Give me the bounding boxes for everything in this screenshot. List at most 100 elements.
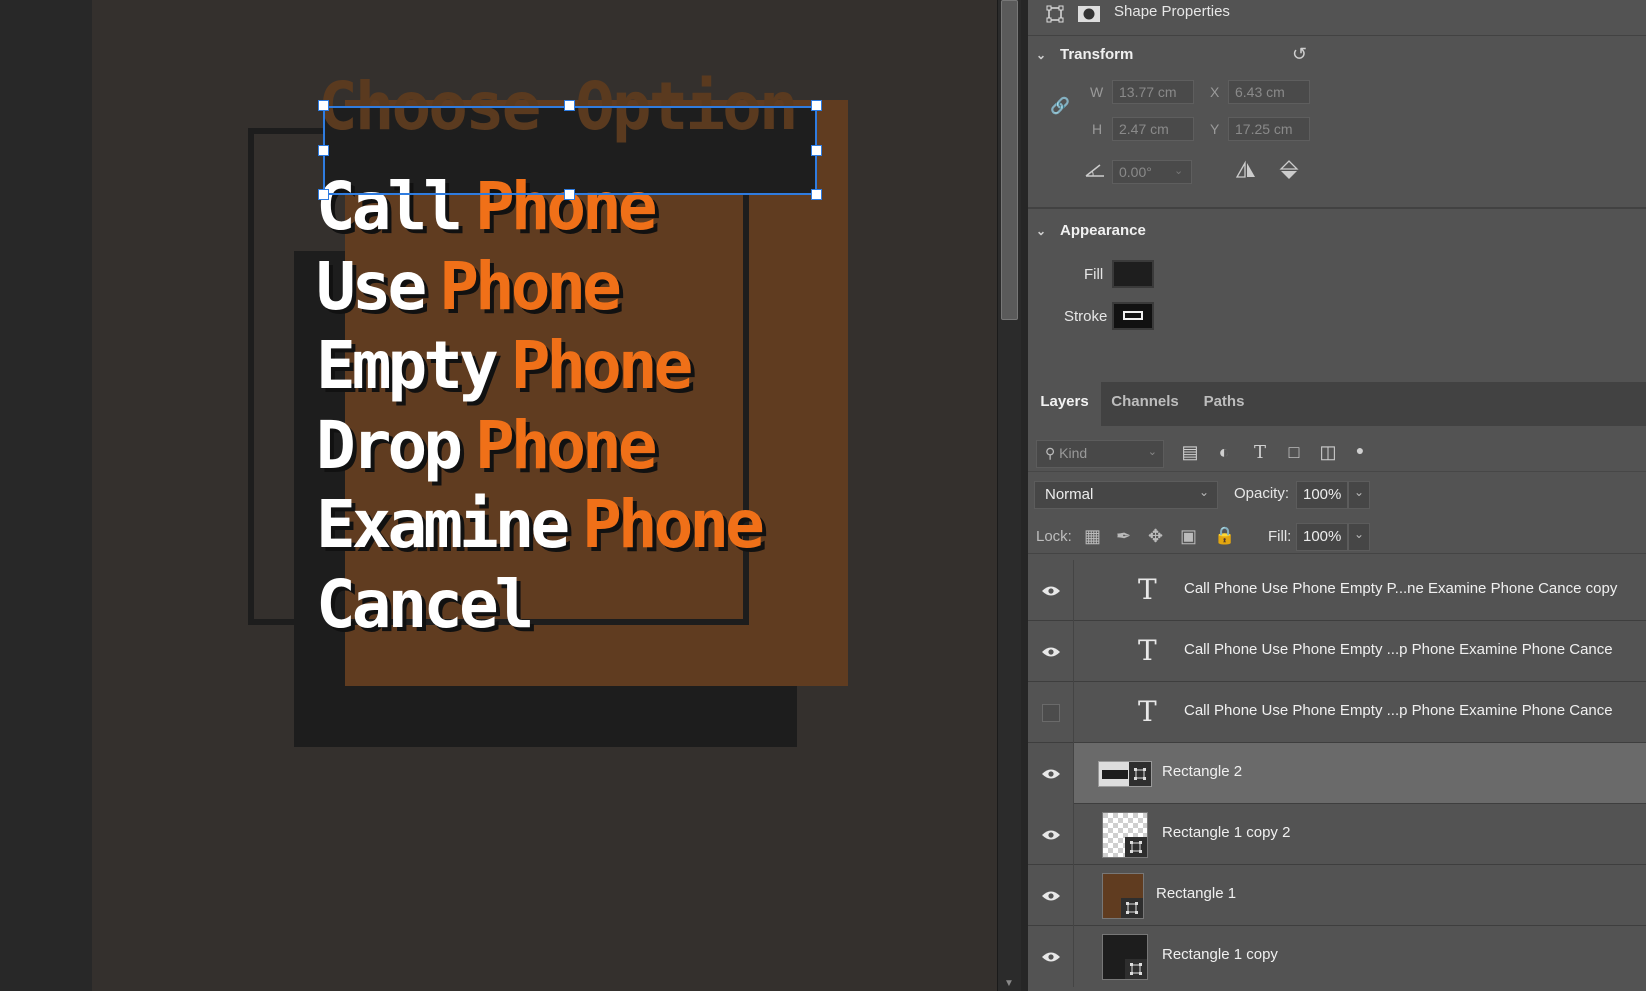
fill-label: Fill: [1268, 528, 1292, 545]
chevron-down-icon: ⌄ [1198, 485, 1209, 499]
text-layer-icon: T [1138, 695, 1157, 728]
kind-label: Kind [1059, 445, 1088, 461]
layer-name: Rectangle 1 copy 2 [1162, 824, 1291, 841]
text-layer-icon: T [1138, 634, 1157, 667]
tab-channels[interactable]: Channels [1101, 382, 1189, 426]
menu-line: Empty Phone [316, 327, 761, 407]
fill-label: Fill [1084, 266, 1104, 283]
scrollbar-thumb[interactable] [1001, 0, 1018, 320]
live-shape-icon[interactable] [1042, 2, 1068, 26]
fill-color-swatch[interactable] [1112, 260, 1154, 288]
visibility-toggle[interactable] [1028, 682, 1074, 743]
eye-icon [1041, 830, 1060, 839]
menu-word: Cancel [316, 565, 534, 643]
layer-row-selected[interactable]: Rectangle 2 [1028, 743, 1646, 804]
layer-row[interactable]: T Call Phone Use Phone Empty P...ne Exam… [1028, 560, 1646, 621]
eye-icon [1041, 952, 1060, 961]
menu-word: Use [316, 247, 427, 325]
filter-type-icon[interactable]: T [1248, 442, 1272, 466]
layer-row[interactable]: Rectangle 1 [1028, 865, 1646, 926]
lock-position-icon[interactable]: ✥ [1148, 526, 1163, 547]
mask-icon[interactable] [1076, 2, 1102, 26]
hidden-visibility-box [1041, 703, 1060, 722]
layer-thumbnail [1102, 873, 1144, 919]
menu-line: Cancel [316, 566, 761, 646]
visibility-toggle[interactable] [1028, 926, 1074, 987]
lock-all-icon[interactable]: 🔒 [1214, 526, 1235, 546]
artwork: Choose Option Call Phone Use Phone Empty Ph… [0, 0, 997, 991]
menu-accent: Phone [582, 486, 765, 563]
tab-layers[interactable]: Layers [1028, 382, 1101, 426]
layer-row[interactable]: Rectangle 1 copy 2 [1028, 804, 1646, 865]
blend-mode-value: Normal [1045, 486, 1094, 503]
filter-adjustment-icon[interactable]: ◐ [1212, 442, 1236, 466]
visibility-toggle[interactable] [1028, 865, 1074, 926]
visibility-toggle[interactable] [1028, 560, 1074, 621]
appearance-title: Appearance [1060, 222, 1146, 239]
lock-artboard-icon[interactable]: ▣ [1180, 526, 1197, 547]
menu-accent: Phone [474, 406, 658, 484]
eye-icon [1041, 586, 1060, 595]
layer-name: Call Phone Use Phone Empty P...ne Examin… [1184, 580, 1618, 597]
filter-smart-object-icon[interactable]: ◫ [1316, 442, 1340, 466]
selection-bounding-box[interactable] [323, 106, 817, 195]
reset-transform-icon[interactable]: ↺ [1292, 44, 1307, 65]
eye-icon [1041, 769, 1060, 778]
stroke-color-swatch[interactable] [1112, 302, 1154, 330]
layer-name: Rectangle 1 copy [1162, 946, 1278, 963]
scroll-down-icon[interactable]: ▼ [1004, 978, 1014, 989]
visibility-toggle[interactable] [1028, 621, 1074, 682]
transform-handle-bottom-left[interactable] [318, 189, 329, 200]
flip-horizontal-icon[interactable] [1234, 160, 1258, 184]
transform-handle-top-right[interactable] [811, 100, 822, 111]
filter-shape-icon[interactable]: □ [1282, 442, 1306, 466]
visibility-toggle[interactable] [1028, 804, 1074, 865]
menu-accent: Phone [439, 247, 622, 325]
layer-row[interactable]: T Call Phone Use Phone Empty ...p Phone … [1028, 682, 1646, 743]
x-field[interactable]: 6.43 cm [1228, 80, 1310, 104]
transform-section-header[interactable]: ⌄ Transform [1036, 46, 1133, 63]
fill-slider-toggle[interactable]: ⌄ [1348, 523, 1370, 551]
panel-splitter[interactable] [1021, 0, 1028, 991]
visibility-toggle[interactable] [1028, 743, 1074, 804]
menu-line: Drop Phone [316, 407, 761, 487]
layer-name: Call Phone Use Phone Empty ...p Phone Ex… [1184, 702, 1613, 719]
filter-toggle-icon[interactable]: ● [1348, 442, 1372, 466]
shape-layer-icon [1121, 898, 1143, 918]
lock-transparent-pixels-icon[interactable]: ▦ [1084, 526, 1101, 547]
menu-word: Examine [316, 486, 570, 563]
transform-handle-right[interactable] [811, 145, 822, 156]
layer-thumbnail [1098, 761, 1152, 787]
opacity-slider-toggle[interactable]: ⌄ [1348, 481, 1370, 509]
transform-handle-top[interactable] [564, 100, 575, 111]
width-field[interactable]: 13.77 cm [1112, 80, 1194, 104]
section-divider [1028, 207, 1646, 209]
fill-field[interactable]: 100% [1296, 523, 1348, 551]
transform-handle-top-left[interactable] [318, 100, 329, 111]
transform-handle-left[interactable] [318, 145, 329, 156]
flip-vertical-icon[interactable] [1278, 158, 1300, 186]
layers-panel-tabs: Layers Channels Paths [1028, 382, 1646, 426]
blend-opacity-row: Normal ⌄ Opacity: 100% ⌄ [1028, 481, 1646, 513]
shape-layer-icon [1125, 837, 1147, 857]
width-label: W [1090, 84, 1104, 100]
link-icon[interactable]: 🔗 [1050, 96, 1070, 116]
y-field[interactable]: 17.25 cm [1228, 117, 1310, 141]
layer-row[interactable]: T Call Phone Use Phone Empty ...p Phone … [1028, 621, 1646, 682]
filter-pixel-icon[interactable]: ▤ [1178, 442, 1202, 466]
layer-row[interactable]: Rectangle 1 copy [1028, 926, 1646, 987]
angle-dropdown-icon[interactable]: ⌄ [1174, 164, 1183, 177]
lock-image-pixels-icon[interactable]: ✒ [1116, 526, 1131, 547]
kind-filter-dropdown[interactable]: ⚲ Kind ⌄ [1036, 440, 1164, 468]
canvas-vertical-scrollbar[interactable]: ▼ [997, 0, 1021, 991]
blend-mode-dropdown[interactable]: Normal ⌄ [1034, 481, 1218, 509]
tab-paths[interactable]: Paths [1189, 382, 1259, 426]
transform-handle-bottom[interactable] [564, 189, 575, 200]
menu-text-layer[interactable]: Call Phone Use Phone Empty Phone Drop Phone … [316, 168, 765, 646]
transform-handle-bottom-right[interactable] [811, 189, 822, 200]
chevron-down-icon: ⌄ [1147, 446, 1157, 458]
stroke-sample [1123, 311, 1143, 320]
opacity-field[interactable]: 100% [1296, 481, 1348, 509]
height-field[interactable]: 2.47 cm [1112, 117, 1194, 141]
appearance-section-header[interactable]: ⌄ Appearance [1036, 222, 1146, 239]
